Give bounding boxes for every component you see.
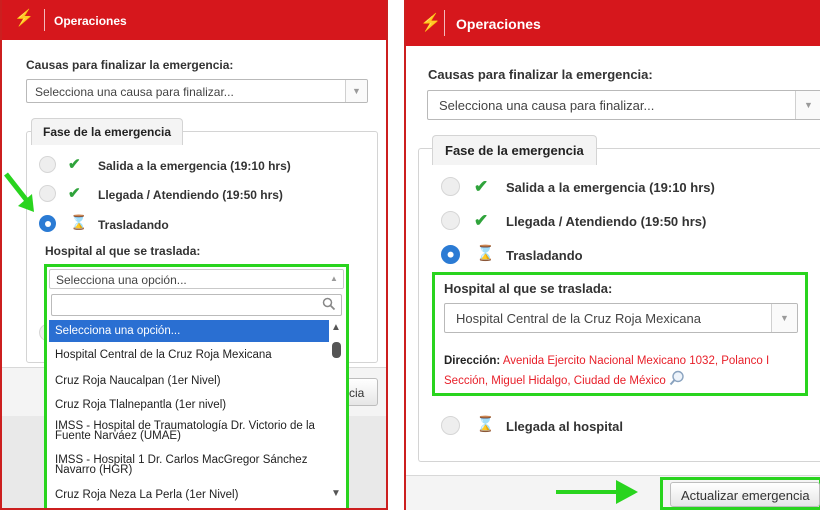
lightning-bolt-icon: ⚡ [420, 13, 442, 32]
panel-title: Operaciones [456, 16, 541, 32]
hospital-option[interactable]: Cruz Roja Tlalnepantla (1er nivel) [49, 393, 329, 417]
hospital-select[interactable]: Hospital Central de la Cruz Roja Mexican… [444, 303, 798, 333]
operations-panel-right: ⚡ Operaciones Causas para finalizar la e… [404, 0, 820, 510]
causes-label: Causas para finalizar la emergencia: [428, 67, 653, 82]
phase-radio-salida[interactable] [441, 177, 460, 196]
chevron-down-icon: ▼ [345, 80, 367, 102]
chevron-down-icon: ▼ [771, 304, 797, 332]
search-icon [322, 297, 336, 314]
hospital-address: Dirección: Avenida Ejercito Nacional Mex… [444, 352, 804, 392]
hospital-option[interactable]: Cruz Roja Naucalpan (1er Nivel) [49, 369, 329, 393]
causes-label: Causas para finalizar la emergencia: [26, 58, 234, 72]
hourglass-icon: ⌛ [476, 245, 495, 262]
checkmark-icon: ✔ [474, 177, 489, 196]
phase-label-salida: Salida a la emergencia (19:10 hrs) [98, 159, 291, 173]
lightning-bolt-icon: ⚡ [14, 10, 34, 27]
phase-label-llegada: Llegada / Atendiendo (19:50 hrs) [506, 214, 707, 229]
hospital-option[interactable]: IMSS - Hospital 1 Dr. Carlos MacGregor S… [49, 452, 329, 486]
hospital-option[interactable]: Selecciona una opción... [49, 320, 329, 342]
hourglass-icon: ⌛ [70, 214, 88, 230]
hospital-select-value: Hospital Central de la Cruz Roja Mexican… [456, 311, 701, 326]
phase-label-trasladando: Trasladando [506, 248, 583, 263]
address-line-1: Avenida Ejercito Nacional Mexicano 1032,… [502, 355, 770, 367]
hospital-select-value: Selecciona una opción... [56, 273, 187, 287]
chevron-up-icon: ▲ [325, 270, 343, 288]
panel-titlebar: ⚡ Operaciones [406, 0, 820, 46]
scrollbar-thumb[interactable] [332, 342, 341, 358]
operations-panel-left: ⚡ Operaciones Causas para finalizar la e… [0, 0, 388, 510]
causes-select[interactable]: Selecciona una causa para finalizar... ▼ [26, 79, 368, 103]
annotation-arrow-head [616, 480, 638, 504]
title-separator [444, 10, 445, 36]
address-line-2: Sección, Miguel Hidalgo, Ciudad de Méxic… [444, 375, 666, 388]
hospital-option[interactable]: Cruz Roja Neza La Perla (1er Nivel) [49, 485, 329, 507]
hospital-option[interactable]: Hospital Central de la Cruz Roja Mexican… [49, 343, 329, 367]
dropdown-scrollbar[interactable]: ▲ ▼ [329, 320, 344, 508]
chevron-down-icon: ▼ [795, 91, 820, 119]
phase-radio-trasladando[interactable] [441, 245, 460, 264]
magnifier-icon[interactable] [669, 370, 685, 392]
checkmark-icon: ✔ [474, 211, 489, 230]
hospital-label: Hospital al que se traslada: [444, 281, 613, 296]
causes-select[interactable]: Selecciona una causa para finalizar... ▼ [427, 90, 820, 120]
scroll-up-icon[interactable]: ▲ [331, 322, 341, 333]
phase-legend: Fase de la emergencia [432, 135, 597, 165]
phase-legend: Fase de la emergencia [31, 118, 184, 145]
phase-label-llegada: Llegada / Atendiendo (19:50 hrs) [98, 188, 283, 202]
annotation-arrow [2, 170, 42, 220]
hospital-label: Hospital al que se traslada: [45, 244, 201, 258]
causes-select-value: Selecciona una causa para finalizar... [35, 85, 234, 99]
phase-label-llegada-hospital: Llegada al hospital [506, 419, 624, 434]
title-separator [44, 9, 45, 31]
scroll-down-icon[interactable]: ▼ [331, 488, 341, 499]
hospital-option[interactable]: IMSS - Hospital de Traumatología Dr. Vic… [49, 418, 329, 452]
update-emergency-button[interactable]: Actualizar emergencia [670, 482, 820, 507]
panel-titlebar: ⚡ Operaciones [2, 0, 386, 40]
annotation-arrow-line [556, 490, 618, 494]
checkmark-icon: ✔ [68, 156, 81, 173]
checkmark-icon: ✔ [68, 185, 81, 202]
hospital-search-input[interactable] [51, 294, 342, 316]
phase-label-salida: Salida a la emergencia (19:10 hrs) [506, 180, 715, 195]
hospital-select[interactable]: Selecciona una opción... ▲ [49, 269, 344, 289]
panel-title: Operaciones [54, 14, 127, 28]
hourglass-icon: ⌛ [476, 416, 495, 433]
phase-radio-llegada[interactable] [441, 211, 460, 230]
address-label: Dirección: [444, 355, 501, 367]
phase-label-trasladando: Trasladando [98, 218, 169, 232]
phase-radio-llegada-hospital[interactable] [441, 416, 460, 435]
causes-select-value: Selecciona una causa para finalizar... [439, 98, 655, 113]
